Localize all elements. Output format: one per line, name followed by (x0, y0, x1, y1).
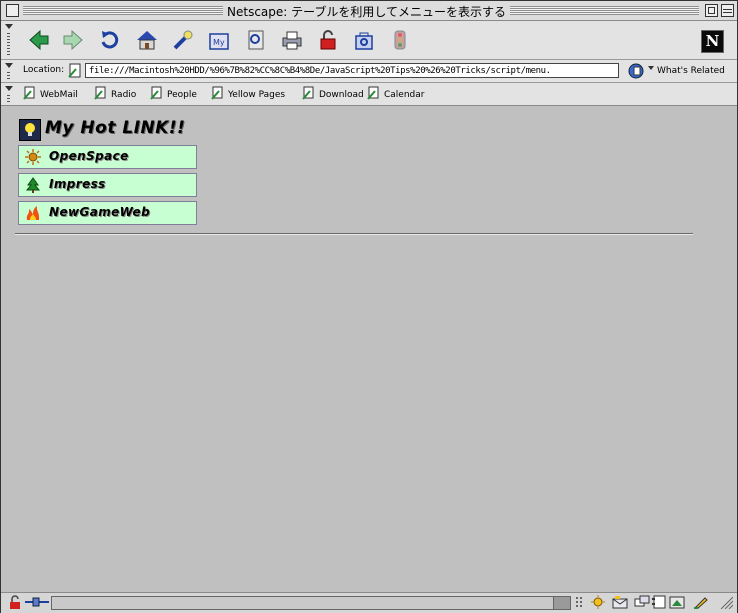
progress-bar (553, 596, 571, 610)
personal-collapse-grip[interactable] (4, 83, 14, 105)
mail-icon[interactable] (612, 595, 628, 609)
composer-icon[interactable] (669, 595, 685, 609)
shop-icon[interactable] (352, 28, 376, 52)
netscape-logo[interactable]: N (701, 30, 724, 53)
personal-toolbar: WebMail Radio People Yellow Pages Downlo… (1, 83, 737, 106)
whats-related-label[interactable]: What's Related (657, 66, 725, 76)
bookmark-label: Yellow Pages (228, 90, 286, 100)
lightbulb-icon (19, 119, 41, 141)
location-bar: Location: file:///Macintosh%20HDD/%96%7B… (1, 60, 737, 83)
forward-icon[interactable] (61, 28, 85, 52)
my-netscape-icon-label: My (213, 38, 225, 47)
search-icon[interactable] (171, 28, 195, 52)
navigator-icon[interactable] (590, 595, 606, 609)
bookmark-label: Calendar (384, 90, 425, 100)
close-box[interactable] (6, 4, 19, 17)
link-label: OpenSpace (49, 149, 129, 163)
back-icon[interactable] (27, 28, 51, 52)
link-label: Impress (49, 177, 106, 191)
title-bar[interactable]: Netscape: テーブルを利用してメニューを表示する (1, 1, 737, 21)
grip-dots-icon (576, 597, 582, 607)
horizontal-rule (15, 233, 693, 235)
whats-related-icon[interactable] (627, 62, 645, 80)
bookmark-icon (211, 86, 223, 100)
toolbar-collapse-grip[interactable] (4, 21, 14, 59)
reload-icon[interactable] (98, 28, 122, 52)
link-openspace[interactable]: OpenSpace (18, 145, 197, 169)
link-impress[interactable]: Impress (18, 173, 197, 197)
discussion-groups-icon[interactable] (634, 595, 650, 609)
bookmark-label: Download (319, 90, 364, 100)
location-collapse-grip[interactable] (4, 60, 14, 82)
resize-grip-icon[interactable] (717, 595, 733, 609)
my-netscape-icon[interactable]: My (207, 28, 231, 52)
home-icon[interactable] (135, 28, 159, 52)
connection-plug-icon (25, 597, 49, 607)
link-newgameweb[interactable]: NewGameWeb (18, 201, 197, 225)
bookmark-icon (94, 86, 106, 100)
bookmark-icon (367, 86, 379, 100)
tree-icon (25, 177, 41, 193)
status-message (51, 596, 571, 610)
bookmark-icon (23, 86, 35, 100)
url-field[interactable]: file:///Macintosh%20HDD/%96%7B%82%CC%8C%… (85, 63, 619, 78)
bookmark-icon (302, 86, 314, 100)
bookmark-label: People (167, 90, 197, 100)
edit-pencil-icon[interactable] (693, 595, 709, 609)
link-label: NewGameWeb (49, 205, 151, 219)
location-label: Location: (23, 65, 65, 75)
content-edge (733, 106, 737, 591)
zoom-box[interactable] (705, 4, 718, 17)
browser-window: Netscape: テーブルを利用してメニューを表示する My N Locati… (0, 0, 738, 613)
collapse-box[interactable] (721, 4, 734, 17)
heading-text: My Hot LINK!! (45, 118, 186, 138)
print-icon[interactable] (280, 28, 304, 52)
address-book-icon[interactable] (651, 595, 667, 609)
window-title: Netscape: テーブルを利用してメニューを表示する (223, 3, 511, 20)
security-lock-icon[interactable] (316, 28, 340, 52)
chevron-down-icon[interactable] (648, 66, 654, 70)
bookmark-icon (150, 86, 162, 100)
stop-icon[interactable] (388, 28, 412, 52)
status-bar (1, 592, 737, 613)
images-icon[interactable] (244, 28, 268, 52)
bookmark-label: WebMail (40, 90, 78, 100)
sun-icon (25, 149, 41, 165)
flame-icon (26, 206, 40, 220)
navigation-toolbar: My N (1, 21, 737, 60)
bookmark-label: Radio (111, 90, 137, 100)
security-lock-icon[interactable] (7, 595, 23, 609)
page-proxy-icon[interactable] (67, 63, 83, 79)
